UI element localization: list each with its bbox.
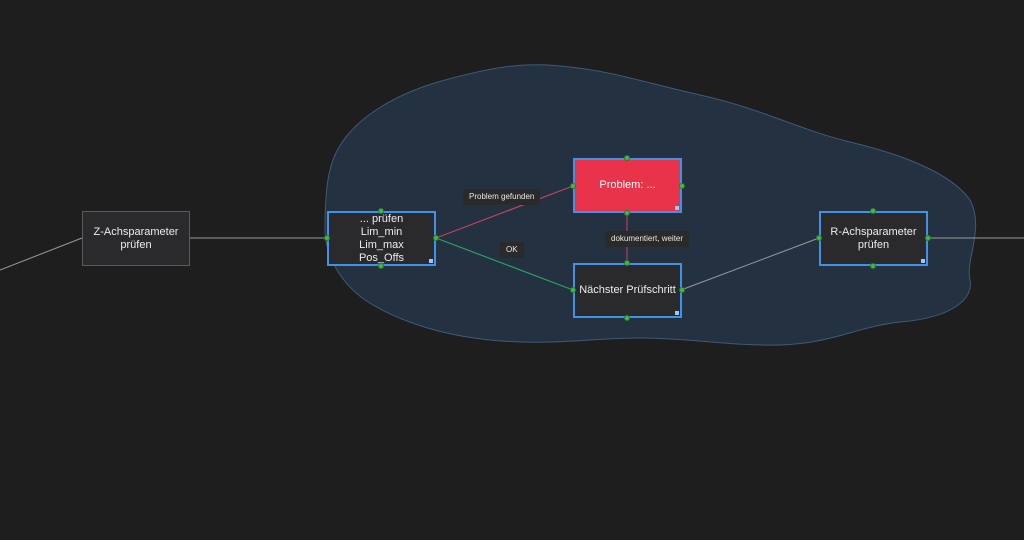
node-label: ... prüfen Lim_min Lim_max Pos_Offs bbox=[358, 212, 405, 264]
edge-label-ok[interactable]: OK bbox=[500, 242, 524, 258]
node-label: Problem: ... bbox=[599, 179, 656, 191]
problem-node[interactable]: Problem: ... bbox=[573, 158, 682, 213]
connection-handle[interactable] bbox=[378, 208, 384, 214]
edge-incoming-left[interactable] bbox=[0, 237, 83, 271]
connection-handle[interactable] bbox=[679, 287, 685, 293]
connection-handle[interactable] bbox=[624, 155, 630, 161]
node-label: Z-Achsparameter prüfen bbox=[93, 225, 179, 251]
resize-handle[interactable] bbox=[429, 259, 433, 263]
connection-handle[interactable] bbox=[870, 263, 876, 269]
node-label: R-Achsparameter prüfen bbox=[830, 225, 917, 251]
connection-handle[interactable] bbox=[624, 260, 630, 266]
resize-handle[interactable] bbox=[675, 311, 679, 315]
z-axis-node[interactable]: Z-Achsparameter prüfen bbox=[82, 211, 190, 266]
next-step-node[interactable]: Nächster Prüfschritt bbox=[573, 263, 682, 318]
edge-label-problem-found[interactable]: Problem gefunden bbox=[463, 189, 541, 205]
connection-handle[interactable] bbox=[570, 287, 576, 293]
resize-handle[interactable] bbox=[921, 259, 925, 263]
r-axis-node[interactable]: R-Achsparameter prüfen bbox=[819, 211, 928, 266]
edge-label-documented[interactable]: dokumentiert, weiter bbox=[605, 231, 690, 247]
connection-handle[interactable] bbox=[324, 235, 330, 241]
connection-handle[interactable] bbox=[679, 183, 685, 189]
connection-handle[interactable] bbox=[925, 235, 931, 241]
node-label: Nächster Prüfschritt bbox=[579, 284, 676, 296]
connection-handle[interactable] bbox=[378, 263, 384, 269]
diagram-canvas[interactable] bbox=[0, 0, 1024, 540]
connection-handle[interactable] bbox=[624, 210, 630, 216]
connection-handle[interactable] bbox=[870, 208, 876, 214]
connection-handle[interactable] bbox=[624, 315, 630, 321]
connection-handle[interactable] bbox=[570, 183, 576, 189]
check-parameters-node[interactable]: ... prüfen Lim_min Lim_max Pos_Offs bbox=[327, 211, 436, 266]
connection-handle[interactable] bbox=[816, 235, 822, 241]
resize-handle[interactable] bbox=[675, 206, 679, 210]
connection-handle[interactable] bbox=[433, 235, 439, 241]
